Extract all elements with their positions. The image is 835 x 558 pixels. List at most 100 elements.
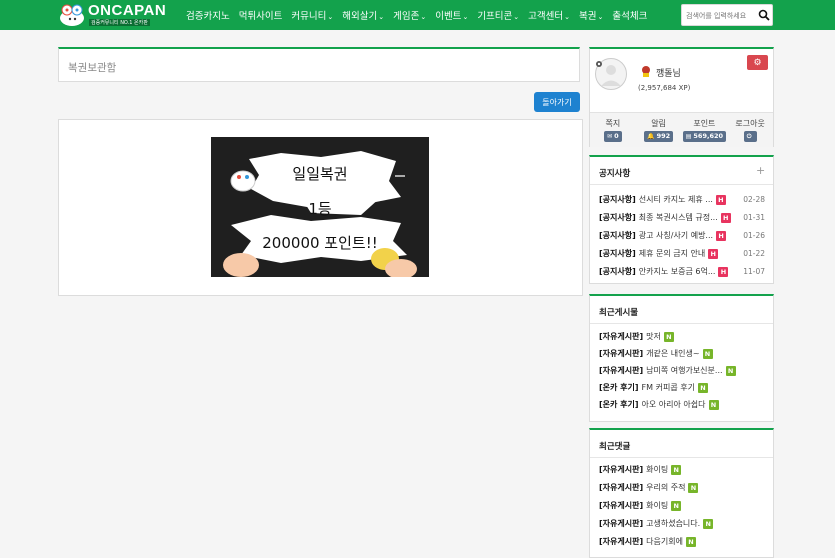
list-item[interactable]: [자유게시판] 다음기회에 N [599, 536, 769, 550]
list-item[interactable]: [온카 후기] 아오 아리아 아쉽다 N [599, 399, 769, 413]
nav-item-7[interactable]: 고객센터⌄ [528, 8, 570, 22]
top-navbar: ONCAPAN 검증커뮤니티 NO.1 온카판 검증카지노 먹튀사이트 커뮤니티⌄ 해… [0, 0, 835, 30]
gear-icon[interactable] [595, 60, 603, 68]
stat-label: 쪽지 [605, 119, 621, 128]
item-category: [공지사항] [599, 267, 636, 276]
bell-icon: 🔔 [647, 133, 655, 140]
list-item[interactable]: [공지사항] 선시티 카지노 제휴 ... H 02-28 [599, 194, 769, 208]
item-category: [자유게시판] [599, 366, 644, 375]
item-title: 개같은 내인생~ [646, 349, 700, 358]
list-item[interactable]: [공지사항] 광고 사칭/사기 예방... H 01-26 [599, 230, 769, 244]
page-title: 복권보관함 [68, 62, 117, 74]
new-badge: N [671, 500, 682, 511]
item-title: 화이팅 [646, 501, 669, 510]
recent-posts-widget: 최근게시물 [자유게시판] 맛저 N [자유게시판] 개같은 내인생~ N [자유게시판] 남… [589, 294, 774, 422]
chevron-down-icon: ⌄ [597, 14, 604, 21]
notice-widget: 공지사항 + [공지사항] 선시티 카지노 제휴 ... H 02-28 [공지사항] 최… [589, 155, 774, 284]
item-category: [자유게시판] [599, 519, 644, 528]
stat-power[interactable]: 로그아웃 ⏻ [727, 113, 773, 147]
divider [590, 184, 773, 185]
notice-more-button[interactable]: + [756, 164, 765, 177]
notice-title[interactable]: 공지사항 [599, 167, 630, 179]
lottery-ticket[interactable]: 일일복권 1등 200000 포인트!! [211, 137, 429, 277]
user-xp: (2,957,684 XP) [638, 84, 691, 92]
item-title: 최종 복권시스템 규정... [638, 213, 718, 222]
back-button[interactable]: 돌아가기 [534, 92, 580, 112]
new-badge: N [685, 536, 696, 547]
item-category: [공지사항] [599, 195, 636, 204]
main-nav: 검증카지노 먹튀사이트 커뮤니티⌄ 해외살기⌄ 게임존⌄ 이벤트⌄ 기프티콘⌄ 고객센터⌄ 복권… [186, 0, 656, 30]
item-date: 01-31 [743, 213, 765, 222]
stat-value: 0 [614, 132, 619, 140]
nav-item-2[interactable]: 커뮤니티⌄ [291, 8, 333, 22]
chevron-down-icon: ⌄ [420, 14, 427, 21]
search-input[interactable] [686, 9, 756, 22]
divider [590, 323, 773, 324]
chevron-down-icon: ⌄ [513, 14, 520, 21]
list-item[interactable]: [자유게시판] 개같은 내인생~ N [599, 348, 769, 362]
stat-bell[interactable]: 알림 🔔 992 [636, 113, 682, 147]
list-item[interactable]: [자유게시판] 고생하셨습니다. N [599, 518, 769, 532]
item-category: [온카 후기] [599, 383, 639, 392]
list-item[interactable]: [공지사항] 제휴 문의 금지 안내 H 01-22 [599, 248, 769, 262]
profile-panel: 깽돌님 (2,957,684 XP) ⚙ 쪽지 ✉ 0 알림 🔔 992 포인트 ▤ 569,6… [589, 47, 774, 147]
nav-item-5[interactable]: 이벤트⌄ [435, 8, 468, 22]
list-item[interactable]: [공지사항] 최종 복권시스템 규정... H 01-31 [599, 212, 769, 226]
list-item[interactable]: [공지사항] 안카지노 보증금 6억... H 11-07 [599, 266, 769, 280]
list-item[interactable]: [자유게시판] 남미쪽 여행가보신분... N [599, 365, 769, 379]
logo-text: ONCAPAN [88, 2, 167, 19]
item-title: 광고 사칭/사기 예방... [638, 231, 714, 240]
nav-item-6[interactable]: 기프티콘⌄ [477, 8, 519, 22]
settings-button[interactable]: ⚙ [747, 55, 768, 70]
item-title: FM 커피콥 후기 [641, 383, 695, 392]
item-category: [자유게시판] [599, 465, 644, 474]
nav-item-1[interactable]: 먹튀사이트 [239, 8, 283, 22]
nav-item-label: 커뮤니티 [291, 11, 327, 22]
nav-item-4[interactable]: 게임존⌄ [393, 8, 426, 22]
hot-badge: H [716, 230, 727, 241]
list-item[interactable]: [온카 후기] FM 커피콥 후기 N [599, 382, 769, 396]
nav-item-label: 기프티콘 [477, 11, 513, 22]
new-badge: N [708, 399, 719, 410]
new-badge: N [697, 382, 708, 393]
list-item[interactable]: [자유게시판] 맛저 N [599, 331, 769, 345]
nav-item-9[interactable]: 출석체크 [612, 8, 647, 22]
stat-mail[interactable]: 쪽지 ✉ 0 [590, 113, 636, 147]
recent-posts-title[interactable]: 최근게시물 [599, 306, 638, 318]
logo-tagline: 검증커뮤니티 NO.1 온카판 [89, 19, 150, 26]
site-logo[interactable]: ONCAPAN 검증커뮤니티 NO.1 온카판 [58, 1, 170, 28]
user-nickname[interactable]: 깽돌님 [656, 66, 681, 79]
nav-item-label: 이벤트 [435, 11, 462, 22]
item-title: 남미쪽 여행가보신분... [646, 366, 723, 375]
nav-item-8[interactable]: 복권⌄ [579, 8, 603, 22]
stat-badge: ▤ 569,620 [682, 131, 727, 142]
nav-item-label: 검증카지노 [186, 11, 230, 22]
nav-item-label: 고객센터 [528, 11, 564, 22]
power-icon: ⏻ [746, 133, 752, 140]
recent-comments-widget: 최근댓글 [자유게시판] 화이팅 N [자유게시판] 우리의 주적 N [자유게시판] 화이팅… [589, 428, 774, 558]
nav-item-0[interactable]: 검증카지노 [186, 8, 230, 22]
recent-comments-title[interactable]: 최근댓글 [599, 440, 630, 452]
stat-point[interactable]: 포인트 ▤ 569,620 [682, 113, 728, 147]
list-item[interactable]: [자유게시판] 화이팅 N [599, 464, 769, 478]
ticket-rank: 1등 [308, 200, 332, 218]
hot-badge: H [715, 194, 726, 205]
search-icon[interactable] [758, 9, 770, 21]
new-badge: N [663, 331, 674, 342]
item-title: 아오 아리아 아쉽다 [641, 400, 706, 409]
profile-stats: 쪽지 ✉ 0 알림 🔔 992 포인트 ▤ 569,620 로그아웃 ⏻ [590, 112, 773, 147]
stat-label: 알림 [651, 119, 666, 128]
item-date: 11-07 [743, 267, 765, 276]
nav-item-label: 복권 [579, 11, 597, 22]
nav-item-label: 먹튀사이트 [238, 11, 283, 22]
new-badge: N [703, 518, 714, 529]
item-category: [자유게시판] [599, 349, 644, 358]
item-title: 제휴 문의 금지 안내 [638, 249, 706, 258]
hot-badge: H [708, 248, 719, 259]
item-title: 맛저 [646, 332, 661, 341]
list-item[interactable]: [자유게시판] 화이팅 N [599, 500, 769, 514]
nav-item-3[interactable]: 해외살기⌄ [342, 8, 384, 22]
list-item[interactable]: [자유게시판] 우리의 주적 N [599, 482, 769, 496]
logo-mascot-icon [60, 4, 84, 26]
stat-badge: ⏻ [743, 131, 757, 142]
